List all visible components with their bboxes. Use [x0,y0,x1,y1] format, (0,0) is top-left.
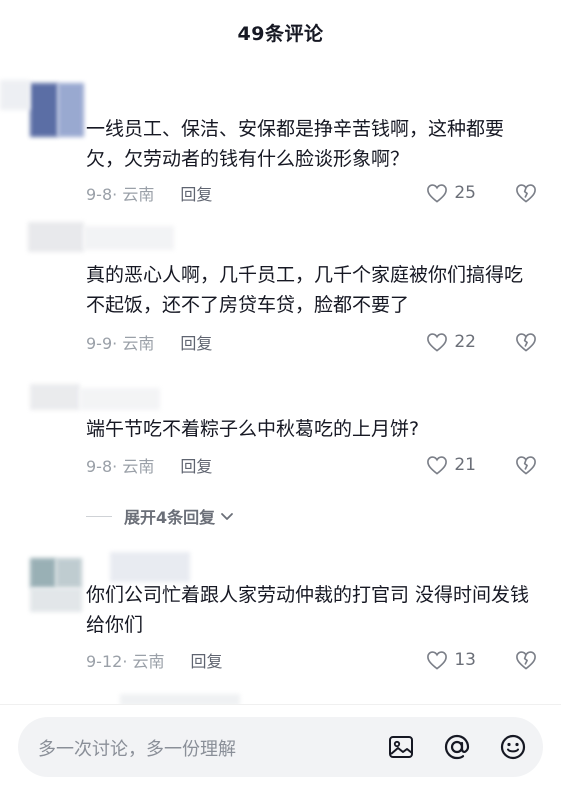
comment-text: 你们公司忙着跟人家劳动仲裁的打官司 没得时间发钱给你们 [86,584,530,636]
expand-replies-button[interactable]: 展开4条回复 [86,504,235,528]
image-button[interactable] [386,732,416,762]
dislike-button[interactable] [515,330,537,354]
heart-outline-icon [427,333,448,352]
mention-button[interactable] [442,732,472,762]
dislike-button[interactable] [515,453,537,477]
broken-heart-icon [516,184,536,203]
avatar[interactable] [30,384,80,410]
comment-meta: 9-8· 云南 回复 [86,453,212,477]
comment-item: 端午节吃不着粽子么中秋葛吃的上月饼? 9-8· 云南 回复 21 [0,382,561,492]
comment-item: 你们公司忙着跟人家劳动仲裁的打官司 没得时间发钱给你们 9-12· 云南 回复 … [0,552,561,682]
like-count: 25 [454,183,476,203]
heart-outline-icon [427,651,448,670]
like-count: 21 [454,455,476,475]
like-button[interactable]: 25 [426,181,476,205]
comment-input[interactable]: 多一次讨论，多一份理解 [18,717,543,777]
avatar[interactable] [30,83,58,137]
comment-date-location: 9-9· 云南 [86,334,155,353]
image-icon [389,736,413,758]
comment-text: 一线员工、保洁、安保都是挣辛苦钱啊，这种都要欠，欠劳动者的钱有什么脸谈形象啊？ [86,118,505,170]
heart-outline-icon [427,456,448,475]
like-count: 13 [454,650,476,670]
dislike-button[interactable] [515,181,537,205]
username-blur [0,80,30,110]
username-blur [110,552,190,582]
reply-button[interactable]: 回复 [191,648,223,672]
username-blur [80,388,160,410]
chevron-down-icon [221,513,234,520]
dislike-button[interactable] [515,648,537,672]
like-count: 22 [454,332,476,352]
comment-input-placeholder: 多一次讨论，多一份理解 [38,739,236,760]
emoji-button[interactable] [498,732,528,762]
comment-date-location: 9-8· 云南 [86,457,155,476]
comment-meta: 9-8· 云南 回复 [86,181,212,205]
username-blur [84,226,174,250]
comment-item: 真的恶心人啊，几千员工，几千个家庭被你们搞得吃不起饭，还不了房贷车贷，脸都不要了… [0,222,561,362]
comment-text: 真的恶心人啊，几千员工，几千个家庭被你们搞得吃不起饭，还不了房贷车贷，脸都不要了 [86,264,524,316]
comment-date-location: 9-12· 云南 [86,652,165,671]
avatar[interactable] [30,558,56,588]
heart-outline-icon [427,184,448,203]
expand-replies-label: 展开4条回复 [124,508,216,527]
comment-meta: 9-12· 云南 回复 [86,648,223,672]
comment-text: 端午节吃不着粽子么中秋葛吃的上月饼? [86,418,420,440]
avatar[interactable] [28,222,84,252]
broken-heart-icon [516,456,536,475]
reply-button[interactable]: 回复 [180,330,212,354]
comment-date-location: 9-8· 云南 [86,185,155,204]
reply-button[interactable]: 回复 [180,453,212,477]
comment-count-title: 49条评论 [237,22,324,45]
divider [86,515,112,517]
avatar-blur-extra [56,558,82,588]
comments-header: 49条评论 [0,0,561,64]
broken-heart-icon [516,651,536,670]
at-icon [444,734,470,760]
like-button[interactable]: 21 [426,453,476,477]
comment-meta: 9-9· 云南 回复 [86,330,212,354]
comment-composer-bar: 多一次讨论，多一份理解 [0,704,561,800]
comment-item: 一线员工、保洁、安保都是挣辛苦钱啊，这种都要欠，欠劳动者的钱有什么脸谈形象啊？ … [0,80,561,210]
avatar-blur-extra [58,83,84,137]
reply-button[interactable]: 回复 [180,181,212,205]
avatar-blur-extra [30,588,82,612]
broken-heart-icon [516,333,536,352]
smiley-icon [500,734,526,760]
like-button[interactable]: 13 [426,648,476,672]
like-button[interactable]: 22 [426,330,476,354]
